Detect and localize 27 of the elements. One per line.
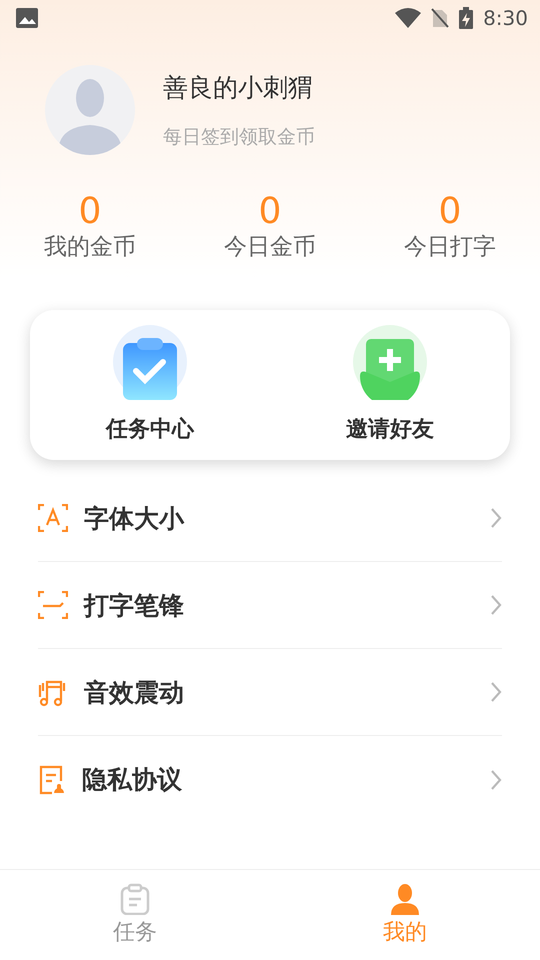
stat-value: 0 bbox=[258, 193, 282, 231]
wifi-icon bbox=[395, 8, 422, 28]
menu-item[interactable]: 音效震动 bbox=[38, 649, 502, 736]
stat-label: 我的金币 bbox=[44, 233, 136, 262]
chevron-icon bbox=[490, 681, 502, 703]
battery-charging-icon bbox=[459, 7, 474, 29]
stat-label: 今日金币 bbox=[224, 233, 316, 262]
stat-value: 0 bbox=[78, 193, 102, 231]
clipboard-check-icon bbox=[112, 324, 188, 400]
chevron-icon bbox=[490, 768, 502, 790]
document-lock-icon bbox=[38, 764, 66, 794]
no-sim-icon bbox=[431, 8, 450, 28]
menu-item[interactable]: 字体大小 bbox=[38, 475, 502, 562]
shortcut-button[interactable]: 任务中心 bbox=[30, 324, 270, 444]
stat-value: 0 bbox=[438, 193, 462, 231]
chevron-icon bbox=[490, 507, 502, 529]
user-name: 善良的小刺猬 bbox=[163, 72, 314, 104]
pen-stroke-icon bbox=[38, 591, 68, 619]
menu-item[interactable]: 打字笔锋 bbox=[38, 562, 502, 649]
image-icon bbox=[16, 8, 38, 28]
menu-item[interactable]: 隐私协议 bbox=[38, 736, 502, 823]
status-time: 8:30 bbox=[483, 6, 528, 30]
stat-label: 今日打字 bbox=[404, 233, 496, 262]
plus-envelope-icon bbox=[352, 324, 428, 400]
shortcut-button[interactable]: 邀请好友 bbox=[270, 324, 510, 444]
chevron-icon bbox=[490, 594, 502, 616]
font-size-icon bbox=[38, 504, 68, 532]
